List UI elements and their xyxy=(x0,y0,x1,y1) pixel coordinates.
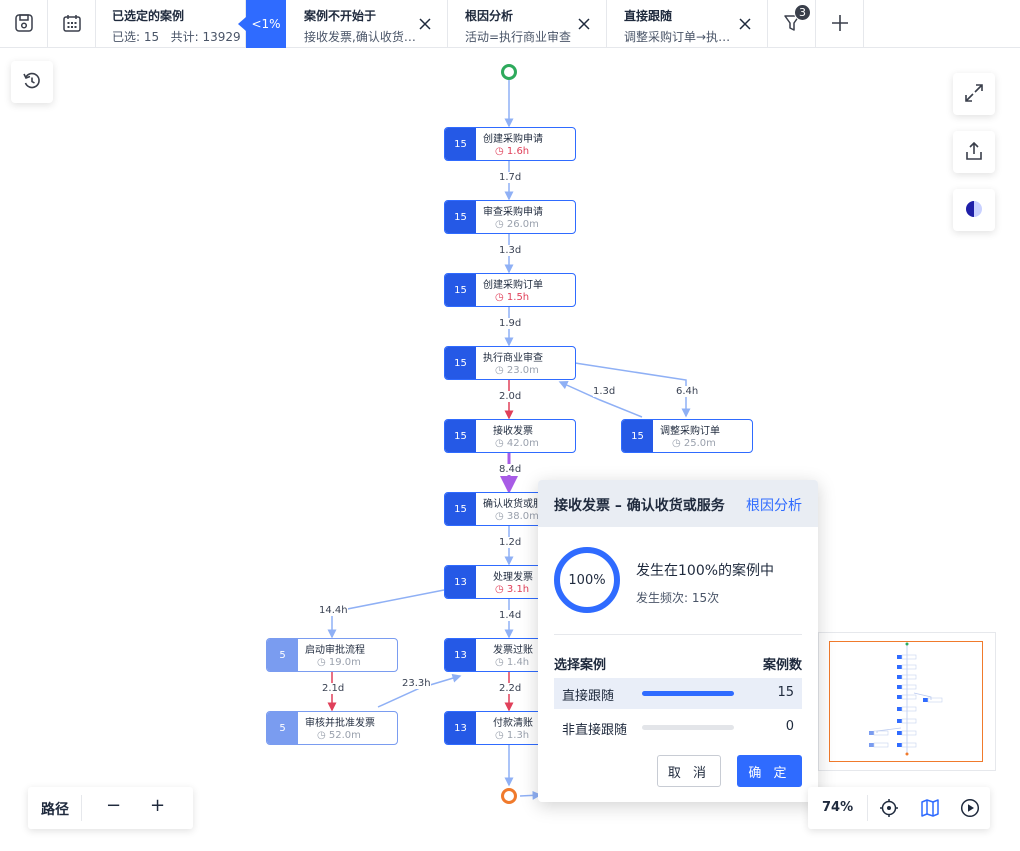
zoom-level[interactable]: 74% xyxy=(822,800,853,815)
path-label: 路径 xyxy=(41,802,69,818)
edge-label[interactable]: 14.4h xyxy=(319,605,348,616)
node-name: 付款清账 xyxy=(493,718,533,729)
node-name: 创建采购订单 xyxy=(483,280,543,291)
node-duration: 42.0m xyxy=(495,438,539,449)
node-name: 处理发票 xyxy=(493,572,533,583)
divider xyxy=(867,795,868,821)
minimap[interactable] xyxy=(818,632,996,771)
crosshair-icon xyxy=(879,799,899,821)
root-cause-link[interactable]: 根因分析 xyxy=(746,495,802,515)
activity-node[interactable]: 15 接收发票 42.0m xyxy=(444,419,576,453)
node-duration: 25.0m xyxy=(672,438,716,449)
node-name: 审核并批准发票 xyxy=(305,718,375,729)
option-bar xyxy=(642,725,734,730)
node-name: 审查采购申请 xyxy=(483,207,543,218)
edge-label[interactable]: 1.4d xyxy=(499,610,522,621)
option-indirect-follow[interactable]: 非直接跟随 0 xyxy=(554,712,802,743)
path-control: 路径 − + xyxy=(28,787,193,829)
node-duration: 52.0m xyxy=(317,730,361,741)
node-count: 13 xyxy=(445,566,476,598)
option-count: 15 xyxy=(777,685,794,700)
node-name: 调整采购订单 xyxy=(660,426,720,437)
option-direct-follow[interactable]: 直接跟随 15 xyxy=(554,678,802,709)
activity-node[interactable]: 5 审核并批准发票 52.0m xyxy=(266,711,398,745)
node-duration: 3.1h xyxy=(495,584,529,595)
node-duration: 1.3h xyxy=(495,730,529,741)
edge-label[interactable]: 2.1d xyxy=(322,683,345,694)
option-count: 0 xyxy=(785,719,794,734)
divider xyxy=(554,634,802,635)
node-duration: 26.0m xyxy=(495,219,539,230)
node-count: 15 xyxy=(445,128,476,160)
case-count-header: 案例数 xyxy=(762,658,802,673)
node-duration: 38.0m xyxy=(495,511,539,522)
play-animation-button[interactable] xyxy=(960,798,980,821)
node-name: 启动审批流程 xyxy=(305,645,365,656)
edge-label[interactable]: 8.4d xyxy=(499,464,522,475)
edge-label[interactable]: 2.0d xyxy=(499,391,522,402)
edge-detail-popup: 接收发票 – 确认收货或服务 根因分析 100% 发生在100%的案例中 发生频… xyxy=(538,480,818,802)
locate-button[interactable] xyxy=(879,798,899,821)
cancel-button[interactable]: 取 消 xyxy=(657,755,721,787)
activity-node[interactable]: 15 执行商业审查 23.0m xyxy=(444,346,576,380)
node-count: 15 xyxy=(445,201,476,233)
occurrence-percent: 100% xyxy=(568,572,606,588)
minimap-viewport[interactable] xyxy=(829,641,983,762)
edge-label[interactable]: 1.3d xyxy=(593,386,616,397)
map-icon xyxy=(920,799,940,821)
activity-node[interactable]: 15 审查采购申请 26.0m xyxy=(444,200,576,234)
node-name: 执行商业审查 xyxy=(483,353,543,364)
edge-label[interactable]: 6.4h xyxy=(676,386,699,397)
node-count: 15 xyxy=(445,347,476,379)
increase-path-button[interactable]: + xyxy=(150,795,165,816)
node-name: 创建采购申请 xyxy=(483,134,543,145)
edge-label[interactable]: 23.3h xyxy=(402,678,431,689)
start-node[interactable] xyxy=(501,64,517,80)
popup-title: 接收发票 – 确认收货或服务 xyxy=(554,498,725,514)
edge-label[interactable]: 2.2d xyxy=(499,683,522,694)
node-duration: 19.0m xyxy=(317,657,361,668)
edge-label[interactable]: 1.7d xyxy=(499,172,522,183)
node-count: 13 xyxy=(445,639,476,671)
end-node[interactable] xyxy=(501,788,517,804)
occurrence-donut: 100% xyxy=(554,547,620,613)
option-label: 直接跟随 xyxy=(562,689,615,704)
option-bar xyxy=(642,691,734,696)
node-count: 13 xyxy=(445,712,476,744)
node-count: 15 xyxy=(622,420,653,452)
activity-node[interactable]: 15 创建采购订单 1.5h xyxy=(444,273,576,307)
decrease-path-button[interactable]: − xyxy=(106,795,121,816)
confirm-button[interactable]: 确 定 xyxy=(737,755,802,787)
node-count: 15 xyxy=(445,493,476,525)
frequency-text: 发生频次: 15次 xyxy=(636,591,720,605)
node-count: 5 xyxy=(267,639,298,671)
edge-label[interactable]: 1.9d xyxy=(499,318,522,329)
select-cases-header: 选择案例 xyxy=(554,658,607,673)
node-duration: 23.0m xyxy=(495,365,539,376)
activity-node[interactable]: 15 调整采购订单 25.0m xyxy=(621,419,753,453)
node-count: 15 xyxy=(445,274,476,306)
divider xyxy=(81,795,82,821)
edge-label[interactable]: 1.3d xyxy=(499,245,522,256)
edge-label[interactable]: 1.2d xyxy=(499,537,522,548)
node-name: 接收发票 xyxy=(493,426,533,437)
node-duration: 1.5h xyxy=(495,292,529,303)
play-icon xyxy=(960,798,980,821)
popup-header: 接收发票 – 确认收货或服务 根因分析 xyxy=(538,480,818,527)
node-count: 15 xyxy=(445,420,476,452)
node-name: 发票过账 xyxy=(493,645,533,656)
occurrence-text: 发生在100%的案例中 xyxy=(636,563,775,579)
minimap-toggle-button[interactable] xyxy=(920,798,940,821)
view-control: 74% xyxy=(808,787,990,829)
node-duration: 1.6h xyxy=(495,146,529,157)
node-duration: 1.4h xyxy=(495,657,529,668)
option-label: 非直接跟随 xyxy=(562,723,628,738)
node-count: 5 xyxy=(267,712,298,744)
activity-node[interactable]: 5 启动审批流程 19.0m xyxy=(266,638,398,672)
activity-node[interactable]: 15 创建采购申请 1.6h xyxy=(444,127,576,161)
